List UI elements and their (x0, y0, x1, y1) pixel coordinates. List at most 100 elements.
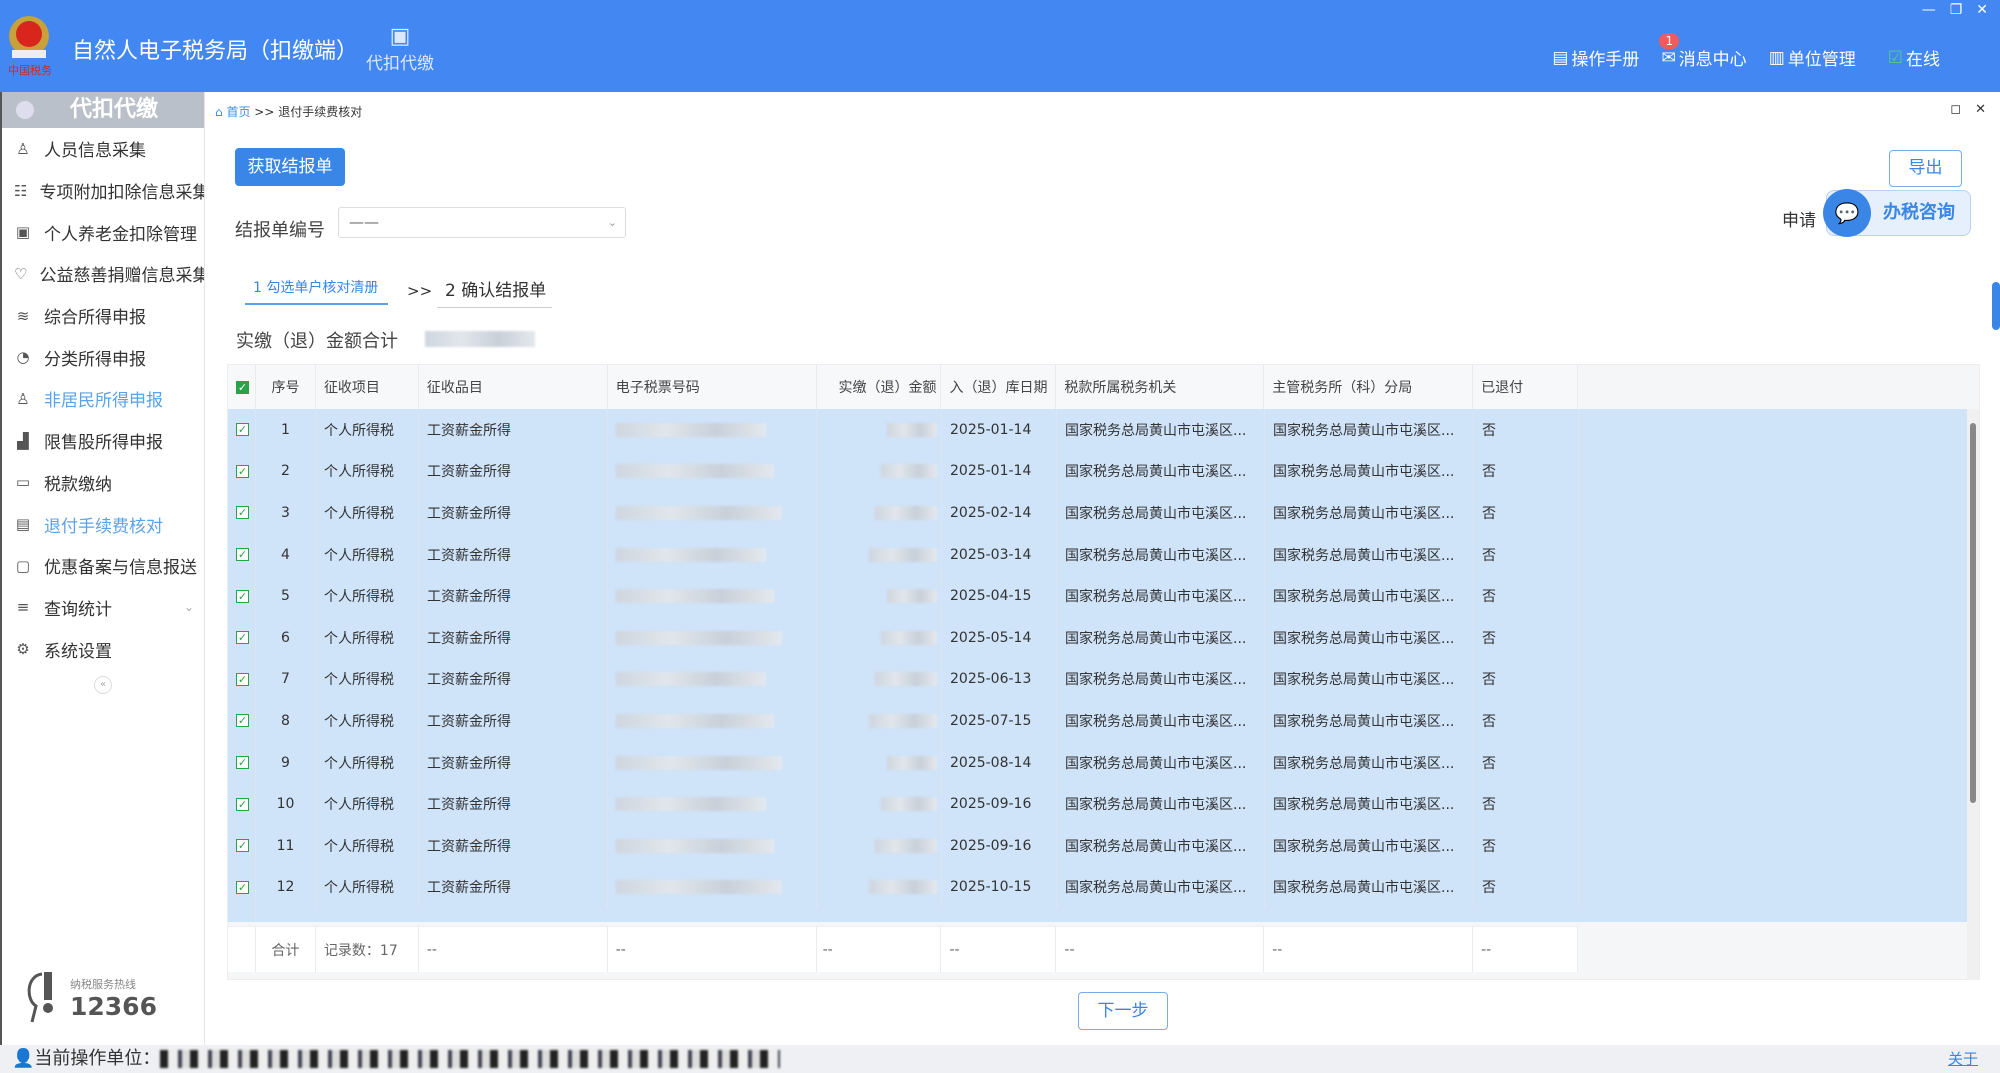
amount-redacted (869, 547, 937, 562)
table-row[interactable]: ✓ 3 个人所得税 工资薪金所得 2025-02-14 国家税务总局黄山市屯溪区...… (228, 492, 1968, 534)
message-badge: 1 (1659, 33, 1680, 49)
manual-link[interactable]: ▤ 操作手册 (1552, 45, 1639, 71)
fetch-report-button[interactable]: 获取结报单 (235, 148, 345, 186)
table-row[interactable]: ✓ 11 个人所得税 工资薪金所得 2025-09-16 国家税务总局黄山市屯溪区..… (228, 825, 1968, 867)
table-header: ✓ 序号 征收项目 征收品目 电子税票号码 实缴（退）金额 入（退）库日期 税款所属税务机关主… (228, 365, 1578, 409)
chevron-down-icon: ⌄ (183, 600, 194, 615)
wallet-icon: ▣ (389, 24, 411, 49)
restore-button[interactable]: ❐ (1950, 2, 1963, 18)
sidebar-item-2[interactable]: ▣ 个人养老金扣除管理 (2, 211, 204, 253)
table-row[interactable] (228, 908, 1968, 923)
gear-icon: ⚙ (16, 640, 30, 659)
table-row[interactable]: ✓ 6 个人所得税 工资薪金所得 2025-05-14 国家税务总局黄山市屯溪区...… (228, 617, 1968, 659)
sidebar-item-3[interactable]: ♡ 公益慈善捐赠信息采集 (2, 253, 204, 295)
sidebar-item-5[interactable]: ◔ 分类所得申报 (2, 336, 204, 378)
apply-label: 申请 (1782, 211, 1816, 231)
table-row[interactable]: ✓ 2 个人所得税 工资薪金所得 2025-01-14 国家税务总局黄山市屯溪区...… (228, 450, 1968, 493)
table-row[interactable]: ✓ 1 个人所得税 工资薪金所得 2025-01-14 国家税务总局黄山市屯溪区...… (228, 409, 1968, 451)
table-row[interactable]: ✓ 12 个人所得税 工资薪金所得 2025-10-15 国家税务总局黄山市屯溪区..… (228, 866, 1968, 909)
doc-check-icon: ▤ (15, 515, 31, 534)
chat-icon: 💬 (1823, 189, 1871, 237)
sidebar-item-0[interactable]: ♙ 人员信息采集 (2, 128, 204, 170)
sidebar-item-label: 公益慈善捐赠信息采集 (39, 266, 204, 287)
row-checkbox[interactable]: ✓ (236, 589, 249, 603)
row-checkbox[interactable]: ✓ (236, 464, 249, 478)
ticket-no-redacted (616, 630, 782, 645)
row-checkbox[interactable]: ✓ (236, 756, 249, 770)
sidebar-item-label: 退付手续费核对 (44, 516, 163, 537)
row-checkbox[interactable]: ✓ (236, 423, 249, 437)
ticket-no-redacted (616, 672, 766, 687)
sidebar-item-label: 综合所得申报 (44, 308, 146, 329)
table-row[interactable]: ✓ 4 个人所得税 工资薪金所得 2025-03-14 国家税务总局黄山市屯溪区...… (228, 533, 1968, 576)
table-row[interactable]: ✓ 10 个人所得税 工资薪金所得 2025-09-16 国家税务总局黄山市屯溪区..… (228, 783, 1968, 825)
ticket-no-redacted (616, 422, 766, 437)
next-step-button[interactable]: 下一步 (1078, 992, 1168, 1030)
module-icon (16, 101, 34, 119)
breadcrumb-current: 退付手续费核对 (278, 105, 363, 119)
row-checkbox[interactable]: ✓ (236, 506, 249, 520)
table-row[interactable]: ✓ 8 个人所得税 工资薪金所得 2025-07-15 国家税务总局黄山市屯溪区...… (228, 700, 1968, 742)
file-icon: ▢ (15, 556, 31, 575)
sidebar-item-11[interactable]: ≡ 查询统计 ⌄ (2, 587, 204, 629)
row-checkbox[interactable]: ✓ (236, 714, 249, 728)
report-no-select[interactable]: —— ⌄ (338, 207, 626, 238)
step-separator: >> (407, 282, 433, 300)
amount-redacted (869, 713, 937, 728)
row-checkbox[interactable]: ✓ (236, 631, 249, 645)
table-scrollbar[interactable] (1967, 409, 1979, 979)
maximize-panel-button[interactable]: ◻ (1950, 102, 1961, 117)
table-footer: 合计 记录数：17 -- -- -- -- -- -- -- (228, 926, 1578, 972)
headset-icon (27, 972, 53, 1023)
minimize-button[interactable]: — (1922, 2, 1936, 18)
sidebar-item-4[interactable]: ≋ 综合所得申报 (2, 295, 204, 337)
collapse-sidebar-button[interactable]: « (94, 675, 112, 694)
column-header: 征收品目 (419, 365, 608, 409)
chevron-down-icon: ⌄ (183, 558, 194, 573)
amount-redacted (875, 505, 937, 520)
search-list-icon: ≡ (16, 598, 30, 617)
sidebar-item-6[interactable]: ♙ 非居民所得申报 (2, 378, 204, 420)
sidebar-item-9[interactable]: ▤ 退付手续费核对 (2, 503, 204, 545)
row-checkbox[interactable]: ✓ (236, 548, 249, 562)
row-checkbox[interactable]: ✓ (236, 839, 249, 853)
nav-withholding[interactable]: ▣ 代扣代缴 (360, 24, 440, 74)
breadcrumb-home[interactable]: 首页 (226, 105, 250, 119)
table-row[interactable]: ✓ 9 个人所得税 工资薪金所得 2025-08-14 国家税务总局黄山市屯溪区...… (228, 741, 1968, 784)
sidebar-item-7[interactable]: ▟ 限售股所得申报 (2, 420, 204, 462)
page-scrollbar[interactable] (1992, 282, 2000, 330)
ticket-no-redacted (616, 880, 782, 895)
column-header: 主管税务所（科）分局 (1264, 365, 1474, 409)
mail-icon: ✉ (1661, 47, 1676, 68)
table-row[interactable]: ✓ 5 个人所得税 工资薪金所得 2025-04-15 国家税务总局黄山市屯溪区...… (228, 575, 1968, 617)
sidebar-item-8[interactable]: ▭ 税款缴纳 (2, 462, 204, 504)
pension-icon: ▣ (15, 223, 31, 242)
sidebar-item-1[interactable]: ☷ 专项附加扣除信息采集 (2, 170, 204, 212)
about-link[interactable]: 关于 (1948, 1045, 1978, 1073)
amount-redacted (881, 797, 937, 812)
tax-consult-button[interactable]: 💬 办税咨询 (1823, 189, 1971, 237)
user-icon: 👤 (12, 1048, 35, 1069)
row-checkbox[interactable]: ✓ (236, 672, 249, 686)
step-tab-2[interactable]: 2 确认结报单 (437, 276, 552, 308)
close-panel-button[interactable]: ✕ (1975, 102, 1986, 117)
message-center-link[interactable]: 1 ✉ 消息中心 (1659, 33, 1747, 70)
step-tab-1[interactable]: 1 勾选单户核对清册 (245, 277, 388, 305)
sidebar-item-12[interactable]: ⚙ 系统设置 (2, 628, 204, 670)
layers-icon: ≋ (16, 306, 30, 325)
user-icon: ♙ (16, 139, 30, 158)
ticket-no-redacted (616, 464, 774, 479)
table-row[interactable]: ✓ 7 个人所得税 工资薪金所得 2025-06-13 国家税务总局黄山市屯溪区...… (228, 658, 1968, 701)
list-icon: ☷ (14, 181, 28, 200)
close-window-button[interactable]: ✕ (1976, 2, 1988, 18)
sidebar-item-10[interactable]: ▢ 优惠备案与信息报送 ⌄ (2, 545, 204, 587)
select-all-checkbox[interactable]: ✓ (228, 365, 256, 409)
column-header: 征收项目 (316, 365, 419, 409)
total-amount-label: 实缴（退）金额合计 (236, 331, 398, 352)
row-checkbox[interactable]: ✓ (236, 880, 249, 894)
row-checkbox[interactable]: ✓ (236, 797, 249, 811)
sidebar-item-label: 人员信息采集 (44, 141, 146, 162)
export-button[interactable]: 导出 (1889, 150, 1962, 187)
unit-management-link[interactable]: ▥ 单位管理 (1769, 45, 1856, 71)
column-header: 序号 (256, 365, 316, 409)
